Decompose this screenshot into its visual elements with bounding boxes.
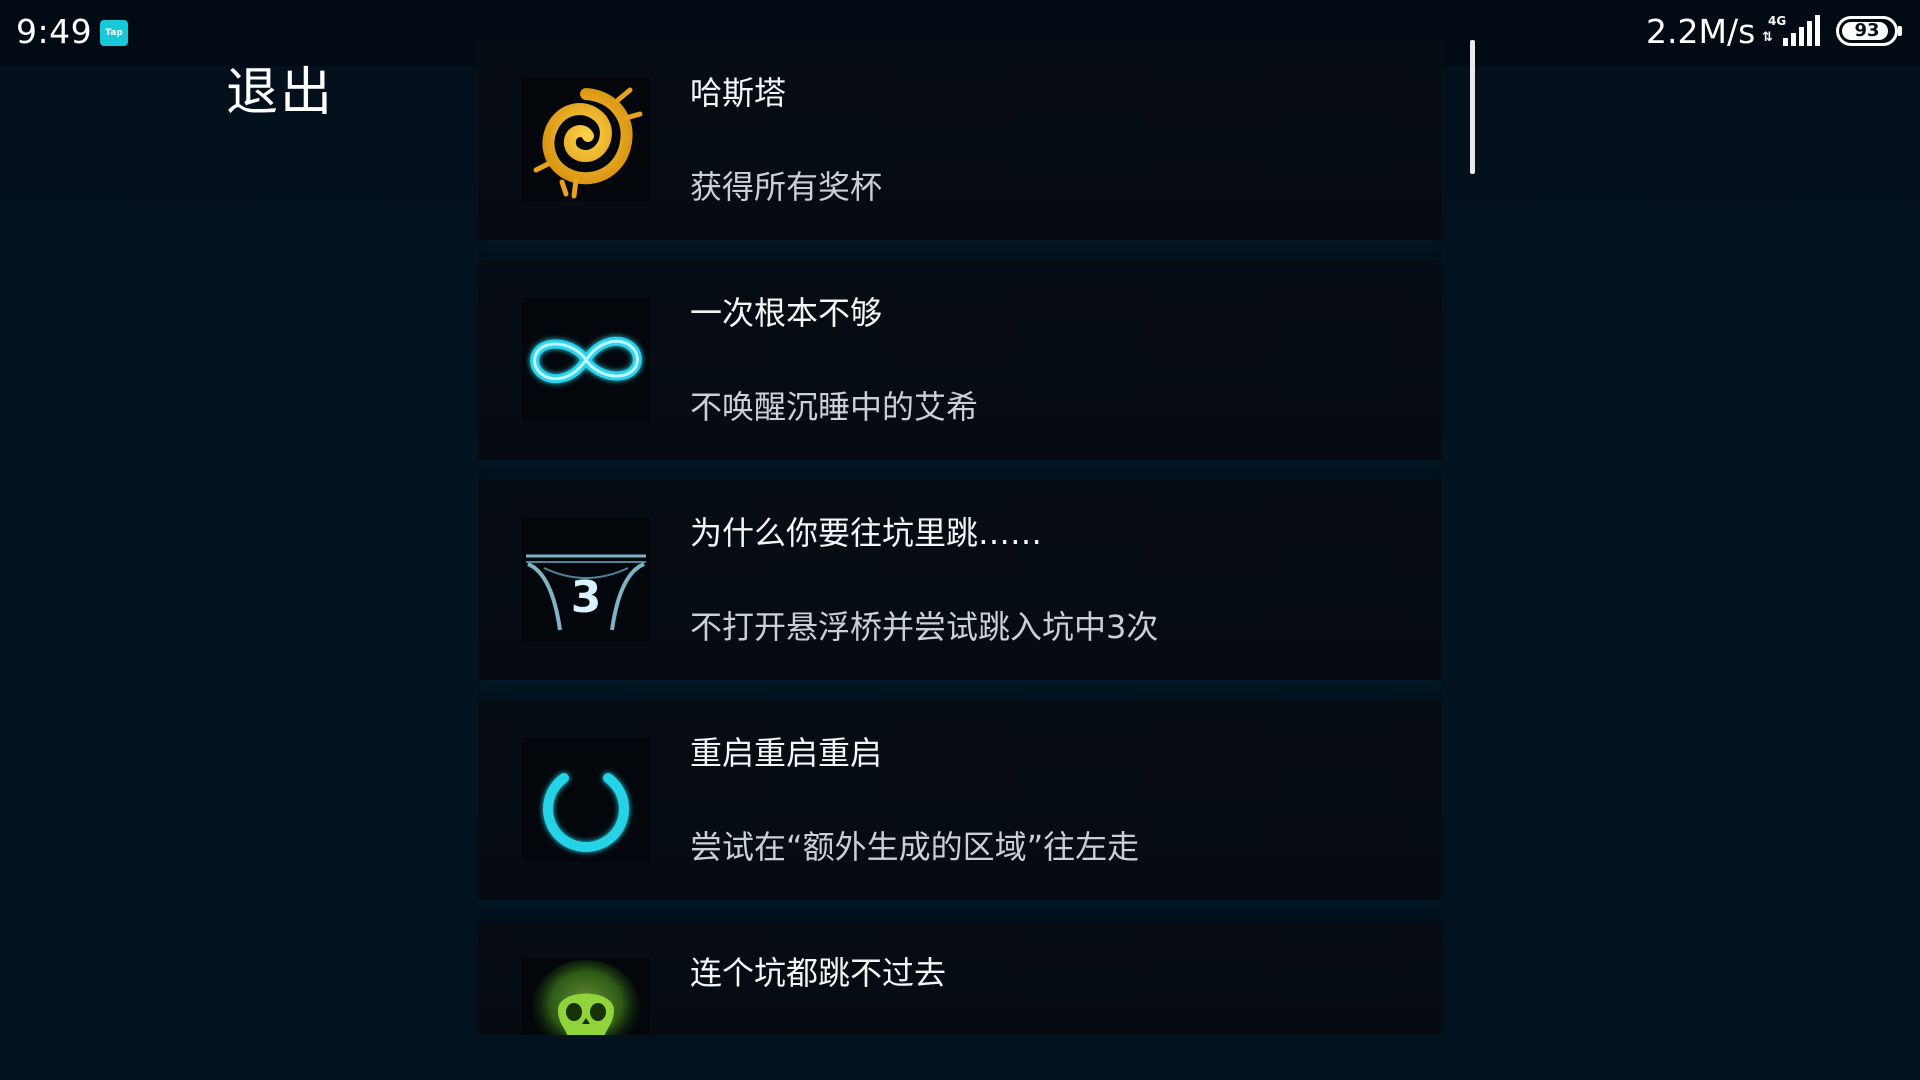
status-time: 9:49 [16, 12, 93, 51]
signal-icon [1783, 15, 1820, 46]
achievement-list[interactable]: 哈斯塔 获得所有奖杯 一次根本不够 不唤醒沉睡中的艾希 3 为什么你要往坑里跳…… [478, 40, 1442, 1035]
achievement-description: 不唤醒沉睡中的艾希 [690, 388, 979, 426]
achievement-card[interactable]: 重启重启重启 尝试在“额外生成的区域”往左走 [478, 700, 1442, 900]
green-skull-icon [522, 958, 650, 1035]
golden-sigil-icon [522, 78, 650, 202]
infinity-icon [522, 298, 650, 422]
achievements-screen: 9:49 Tap 2.2M/s 4G ⇅ 93 退出 哈斯塔 获得所有奖杯 一次… [0, 0, 1920, 1080]
achievement-description: 获得所有奖杯 [690, 168, 883, 206]
data-arrows-icon: ⇅ [1762, 30, 1773, 45]
achievement-title: 一次根本不够 [690, 294, 883, 332]
pit-three-number: 3 [571, 572, 602, 623]
achievement-title: 重启重启重启 [690, 734, 883, 772]
battery-icon: 93 [1836, 16, 1898, 46]
battery-level: 93 [1854, 20, 1880, 41]
power-icon [522, 738, 650, 862]
achievement-description: 尝试在“额外生成的区域”往左走 [690, 828, 1140, 866]
achievement-card[interactable]: 一次根本不够 不唤醒沉睡中的艾希 [478, 260, 1442, 460]
exit-button[interactable]: 退出 [226, 50, 334, 125]
network-speed: 2.2M/s [1646, 12, 1756, 51]
achievement-card[interactable]: 连个坑都跳不过去 [478, 920, 1442, 1035]
achievement-title: 连个坑都跳不过去 [690, 954, 947, 992]
achievement-description: 不打开悬浮桥并尝试跳入坑中3次 [690, 608, 1159, 646]
achievement-title: 为什么你要往坑里跳…… [690, 514, 1043, 552]
achievement-card[interactable]: 3 为什么你要往坑里跳…… 不打开悬浮桥并尝试跳入坑中3次 [478, 480, 1442, 680]
tap-app-icon: Tap [100, 20, 128, 46]
achievement-card[interactable]: 哈斯塔 获得所有奖杯 [478, 40, 1442, 240]
achievement-title: 哈斯塔 [690, 74, 787, 112]
scrollbar[interactable] [1470, 40, 1475, 174]
pit-three-icon: 3 [522, 518, 650, 642]
battery-tip [1898, 26, 1902, 36]
